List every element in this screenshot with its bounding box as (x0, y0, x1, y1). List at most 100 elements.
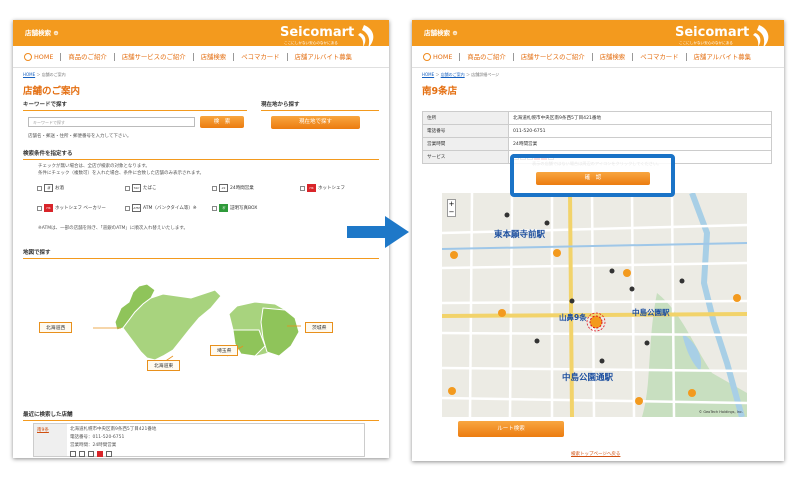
nav-home[interactable]: HOME (423, 52, 461, 61)
seicomart-logo[interactable]: Seicomart ここにしかない安心のなかにある (673, 21, 775, 51)
search-button[interactable]: 検 索 (200, 116, 244, 128)
current-location-button[interactable]: 現在地で探す (271, 116, 360, 129)
table-row: 電話番号 011-520-6751 (422, 124, 772, 138)
filter-hotchef[interactable]: HS ホットシェフ (300, 184, 345, 192)
recent-store-phone: 電話番号：011-520-6751 (70, 435, 125, 440)
filter-24h[interactable]: 24 24時間営業 (212, 184, 254, 192)
region-map[interactable] (23, 260, 373, 370)
table-row: 住所 北海道札幌市中央区南9条西5丁目421番地 (422, 111, 772, 125)
nav-store-search[interactable]: 店舗検索 (194, 52, 235, 61)
breadcrumb: HOME ＞ 店舗のご案内 ＞ 店舗詳細ページ (422, 72, 500, 77)
atm-icon (106, 451, 112, 457)
recent-store-box: 南9条 北海道札幌市中央区南9条西5丁目421番地 電話番号：011-520-6… (33, 423, 365, 457)
map-label-saitama[interactable]: 埼玉県 (210, 345, 239, 356)
nav-jobs[interactable]: 店舗アルバイト募集 (687, 53, 758, 61)
checkbox[interactable] (212, 205, 217, 211)
nav-products[interactable]: 商品のご紹介 (460, 52, 514, 61)
svg-text:ここにしかない安心のなかにある: ここにしかない安心のなかにある (284, 40, 338, 45)
zoom-in-button[interactable]: + (448, 200, 455, 208)
map-label-hokkaido-west[interactable]: 北海道西 (39, 322, 73, 333)
svg-text:Seicomart: Seicomart (675, 25, 749, 40)
row-label: 営業時間 (422, 137, 509, 151)
hotchef-icon (97, 451, 103, 457)
current-location-heading: 現在地から探す (261, 100, 379, 111)
ibaraki-region (260, 307, 300, 357)
confirm-button[interactable]: 確 認 (536, 172, 650, 185)
store-map[interactable]: + − 東本願寺前駅 山鼻9条 中島公園駅 中島公園通駅 © GeoTech Ho… (442, 193, 747, 417)
row-value: 北海道札幌市中央区南9条西5丁目421番地 (508, 111, 772, 125)
recent-store-link[interactable]: 南9条 (34, 424, 67, 456)
filter-hotchef-bakery[interactable]: HS ホットシェフ ベーカリー (37, 204, 106, 212)
alcohol-icon: 酒 (44, 184, 53, 192)
page-title: 店舗のご案内 (23, 86, 81, 97)
zoom-controls[interactable]: + − (447, 199, 456, 217)
filter-tobacco[interactable]: TAC たばこ (125, 184, 157, 192)
nav-products[interactable]: 商品のご紹介 (61, 52, 115, 61)
filter-alcohol[interactable]: 酒お酒 (37, 184, 64, 192)
home-icon (423, 52, 431, 61)
checkbox[interactable] (37, 185, 42, 191)
keyword-input[interactable]: キーワードで探す (28, 117, 195, 127)
nav-pecoma-card[interactable]: ペコマカード (234, 52, 288, 61)
zoom-out-button[interactable]: − (448, 208, 455, 216)
seicomart-logo[interactable]: Seicomart ここにしかない安心のなかにある (278, 21, 380, 51)
svg-text:ここにしかない安心のなかにある: ここにしかない安心のなかにある (679, 40, 733, 45)
top-bar-label[interactable]: 店舗検索 ⊕ (424, 27, 458, 37)
store-search-page: 店舗検索 ⊕ Seicomart ここにしかない安心のなかにある HOME 商品… (13, 20, 389, 458)
row-value: 24時間営業 (508, 137, 772, 151)
nav-pecoma-card[interactable]: ペコマカード (633, 52, 687, 61)
store-detail-page: 店舗検索 ⊕ Seicomart ここにしかない安心のなかにある HOME 商品… (412, 20, 784, 461)
row-label: 住所 (422, 111, 509, 125)
alcohol-icon (70, 451, 76, 457)
top-bar: 店舗検索 ⊕ Seicomart ここにしかない安心のなかにある (412, 20, 784, 48)
row-label: サービス (422, 150, 509, 164)
nav-services[interactable]: 店舗サービスのご紹介 (514, 52, 593, 61)
keyword-heading: キーワードで探す (23, 100, 247, 111)
table-row: 営業時間 24時間営業 (422, 137, 772, 151)
back-to-search-link[interactable]: 検索トップページへ戻る (571, 451, 620, 457)
checkbox[interactable] (125, 205, 130, 211)
store-title: 南9条店 (422, 86, 458, 97)
checkbox[interactable] (37, 205, 42, 211)
route-search-button[interactable]: ルート検索 (458, 421, 564, 437)
current-store-label: 山鼻9条 (559, 313, 587, 322)
atm-note: ※ATMは、一部の店舗を除き、「道銀のATM」に順次入れ替えいたします。 (38, 226, 188, 231)
nav-store-search[interactable]: 店舗検索 (593, 52, 634, 61)
breadcrumb: HOME ＞ 店舗のご案内 (23, 72, 66, 77)
breadcrumb-home[interactable]: HOME (23, 72, 35, 77)
hotchef-bakery-icon: HS (44, 204, 53, 212)
map-label-ibaraki[interactable]: 茨城県 (305, 322, 334, 333)
home-icon (24, 52, 32, 61)
breadcrumb-current: 店舗のご案内 (41, 72, 66, 77)
recent-store-hours: 営業時間：24時間営業 (70, 443, 117, 448)
nav-jobs[interactable]: 店舗アルバイト募集 (288, 53, 359, 61)
nav-services[interactable]: 店舗サービスのご紹介 (115, 52, 194, 61)
top-bar-label[interactable]: 店舗検索 ⊕ (25, 27, 59, 37)
hotchef-icon: HS (307, 184, 316, 192)
conditions-help-1: チェックが無い場合は、全店が検索の対象となります。 (38, 164, 150, 169)
svg-text:Seicomart: Seicomart (280, 25, 354, 40)
map-label-hokkaido-east[interactable]: 北海道東 (147, 360, 181, 371)
24h-icon (88, 451, 94, 457)
checkbox[interactable] (212, 185, 217, 191)
conditions-help-2: 条件にチェック（複数可）を入れた場合、条件に合致した店舗のみ表示されます。 (38, 171, 205, 176)
map-search-heading: 地図で探す (23, 248, 379, 259)
conditions-heading: 検索条件を指定する (23, 149, 379, 160)
filter-atm[interactable]: ATM ATM（バンクタイム等）※ (125, 204, 197, 212)
breadcrumb-home[interactable]: HOME (422, 72, 434, 77)
checkbox[interactable] (300, 185, 305, 191)
recent-heading: 最近に検索した店舗 (23, 410, 379, 421)
map-roads (442, 193, 747, 417)
breadcrumb-store-info[interactable]: 店舗のご案内 (441, 72, 465, 77)
24h-icon: 24 (219, 184, 228, 192)
top-bar: 店舗検索 ⊕ Seicomart ここにしかない安心のなかにある (13, 20, 389, 48)
recent-store-address: 北海道札幌市中央区南9条西5丁目421番地 (70, 427, 157, 432)
checkbox[interactable] (125, 185, 130, 191)
station-label-nakajima-koen-dori: 中島公園通駅 (562, 373, 614, 383)
station-label-higashihonganji: 東本願寺前駅 (494, 230, 546, 240)
filter-photo-box[interactable]: 写証明写真BOX (212, 204, 257, 212)
nav-home[interactable]: HOME (24, 52, 62, 61)
row-label: 電話番号 (422, 124, 509, 138)
atm-icon: ATM (132, 204, 141, 212)
photo-booth-icon: 写 (219, 204, 228, 212)
